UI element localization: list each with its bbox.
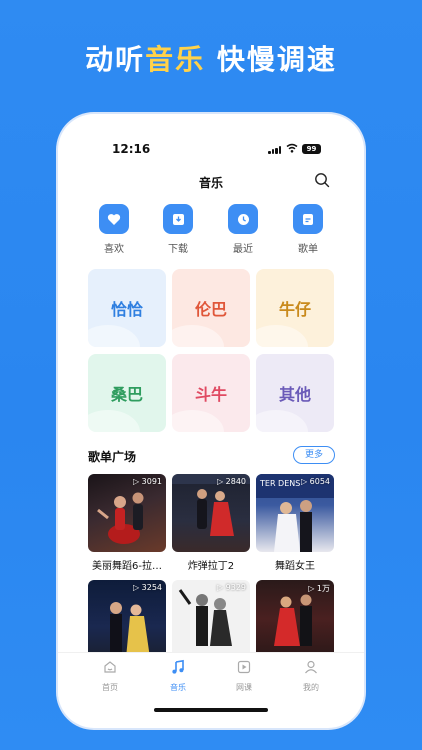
playlist-card[interactable]: ▷ 2840 炸弹拉丁2 [172, 474, 250, 572]
play-count-value: 1万 [316, 584, 330, 593]
playlist-cover: ▷ 1万 [256, 580, 334, 658]
play-count-value: 3254 [141, 583, 162, 592]
play-count: ▷ 3254 [132, 583, 162, 592]
play-count-value: 2840 [225, 477, 246, 486]
svg-text:TER DENS: TER DENS [259, 479, 300, 488]
playlist-cover: TER DENS ▷ 6054 [256, 474, 334, 552]
quick-action-label: 下载 [168, 244, 188, 255]
category-label: 桑巴 [110, 385, 143, 404]
clock-icon [228, 204, 258, 234]
download-icon [163, 204, 193, 234]
play-count-value: 6054 [309, 477, 330, 486]
category-samba[interactable]: 桑巴 [88, 354, 166, 432]
signal-icon [268, 146, 282, 154]
phone-frame: 12:16 99 音乐 喜欢 下载 最近 歌单 恰恰 伦巴 牛仔 桑巴 斗牛 其… [58, 114, 364, 728]
tab-label: 网课 [236, 683, 252, 692]
tab-label: 音乐 [170, 683, 186, 692]
profile-icon [305, 660, 317, 674]
playlist-cover: ▷ 3091 [88, 474, 166, 552]
play-count: ▷ 3091 [132, 477, 162, 486]
play-count: ▷ 2840 [216, 477, 246, 486]
category-rumba[interactable]: 伦巴 [172, 269, 250, 347]
category-label: 斗牛 [194, 385, 227, 404]
category-chacha[interactable]: 恰恰 [88, 269, 166, 347]
category-other[interactable]: 其他 [256, 354, 334, 432]
tab-label: 首页 [102, 683, 118, 692]
status-time: 12:16 [112, 142, 151, 156]
quick-action-like[interactable]: 喜欢 [94, 204, 134, 255]
music-note-icon [172, 659, 184, 674]
playlist-card[interactable]: TER DENS ▷ 6054 舞蹈女王 [256, 474, 334, 572]
playlist-title: 炸弹拉丁2 [187, 561, 235, 572]
quick-action-download[interactable]: 下载 [158, 204, 198, 255]
tab-home[interactable]: 首页 [90, 659, 130, 693]
headline-text-2: 快慢调速 [205, 43, 337, 76]
quick-action-label: 歌单 [298, 244, 318, 255]
play-count: ▷ 1万 [308, 584, 330, 593]
more-button[interactable]: 更多 [293, 446, 335, 464]
category-label: 其他 [278, 385, 311, 404]
section-title-playlists: 歌单广场 [88, 450, 137, 464]
tab-course[interactable]: 网课 [224, 659, 264, 693]
play-count: ▷ 9329 [216, 583, 246, 592]
tab-profile[interactable]: 我的 [291, 659, 331, 693]
headline-text-1: 动听 [85, 43, 146, 76]
tab-music[interactable]: 音乐 [158, 659, 198, 693]
playlist-cover: ▷ 2840 [172, 474, 250, 552]
playlist-card[interactable]: ▷ 3091 美丽舞蹈6-拉… [88, 474, 166, 572]
playlist-title: 美丽舞蹈6-拉… [92, 561, 162, 572]
category-label: 牛仔 [278, 300, 311, 319]
category-jive[interactable]: 牛仔 [256, 269, 334, 347]
tab-bar: 首页 音乐 网课 我的 [58, 652, 364, 702]
home-indicator [154, 708, 268, 712]
playlist-cover: ▷ 9329 [172, 580, 250, 658]
heart-icon [99, 204, 129, 234]
playlist-cover: ▷ 3254 [88, 580, 166, 658]
status-bar: 12:16 99 [58, 114, 364, 156]
search-icon[interactable] [314, 172, 330, 188]
headline-highlight: 音乐 [145, 43, 206, 76]
playlist-title: 舞蹈女王 [275, 561, 315, 572]
wifi-icon [286, 143, 298, 153]
quick-action-label: 最近 [233, 244, 253, 255]
play-count: ▷ 6054 [300, 477, 330, 486]
quick-action-recent[interactable]: 最近 [223, 204, 263, 255]
tab-label: 我的 [303, 683, 319, 692]
quick-action-label: 喜欢 [104, 244, 124, 255]
category-label: 恰恰 [110, 300, 143, 319]
playlist-icon [293, 204, 323, 234]
battery-icon: 99 [302, 144, 321, 154]
play-count-value: 9329 [225, 583, 246, 592]
home-icon [104, 661, 116, 673]
play-count-value: 3091 [141, 477, 162, 486]
playlist-card[interactable]: ▷ 9329 [172, 580, 250, 663]
video-course-icon [237, 660, 251, 674]
quick-action-playlist[interactable]: 歌单 [288, 204, 328, 255]
category-paso-doble[interactable]: 斗牛 [172, 354, 250, 432]
playlist-card[interactable]: ▷ 3254 [88, 580, 166, 663]
promo-headline: 动听音乐 快慢调速 [0, 38, 422, 78]
playlist-card[interactable]: ▷ 1万 [256, 580, 334, 663]
category-label: 伦巴 [194, 300, 227, 319]
